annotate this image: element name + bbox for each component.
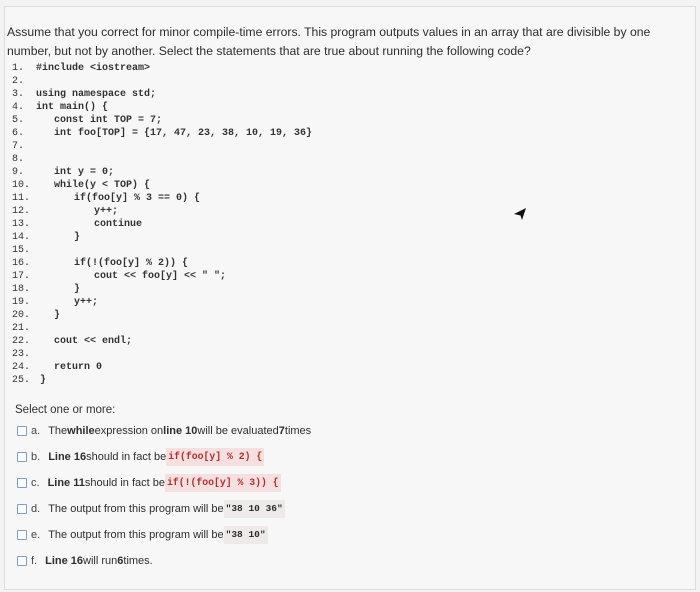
code-line: 20.}: [12, 310, 61, 321]
code-line: 25.}: [12, 375, 47, 386]
code-line: 7.: [12, 141, 25, 152]
question-text: Assume that you correct for minor compil…: [7, 25, 651, 58]
code-line: 3. using namespace std;: [12, 89, 157, 100]
code-line: 12. y++;: [12, 206, 119, 217]
code-line: 11. if(foo[y] % 3 == 0) {: [12, 193, 201, 204]
option-b[interactable]: b. Line 16 should in fact be if(foo[y] %…: [17, 448, 265, 466]
code-line: 6. int foo[TOP] = {17, 47, 23, 38, 10, 19…: [12, 128, 313, 139]
code-line: 1. #include <iostream>: [12, 63, 151, 74]
code-line: 14.}: [12, 232, 81, 243]
code-line: 18.}: [12, 284, 81, 295]
code-line: 2.: [12, 76, 25, 87]
checkbox-f[interactable]: [17, 556, 27, 566]
select-instructions: Select one or more:: [15, 404, 116, 416]
option-f[interactable]: f. Line 16 will run 6 times.: [17, 552, 153, 570]
code-line: 23.: [12, 349, 31, 360]
checkbox-b[interactable]: [17, 452, 27, 462]
option-d[interactable]: d. The output from this program will be …: [17, 500, 285, 518]
code-line: 19. y++;: [12, 297, 99, 308]
mouse-pointer-icon: [514, 208, 526, 220]
code-line: 15.: [12, 245, 31, 256]
code-line: 5. const int TOP = 7;: [12, 115, 163, 126]
checkbox-d[interactable]: [17, 504, 27, 514]
code-line: 17. cout << foo[y] << " ";: [12, 271, 227, 282]
code-line: 21.: [12, 323, 31, 334]
code-line: 22. cout << endl;: [12, 336, 133, 347]
code-line: 4. int main() {: [12, 102, 109, 113]
option-a[interactable]: a. The while expression on line 10 will …: [17, 422, 311, 440]
code-line: 16. if(!(foo[y] % 2)) {: [12, 258, 189, 269]
code-line: 10. while(y < TOP) {: [12, 180, 151, 191]
option-c[interactable]: c. Line 11 should in fact be if(!(foo[y]…: [17, 474, 281, 492]
code-line: 24. return 0: [12, 362, 103, 373]
code-line: 9. int y = 0;: [12, 167, 115, 178]
checkbox-c[interactable]: [17, 478, 27, 488]
option-e[interactable]: e. The output from this program will be …: [17, 526, 268, 544]
checkbox-a[interactable]: [17, 426, 27, 436]
checkbox-e[interactable]: [17, 530, 27, 540]
code-line: 13. continue: [12, 219, 143, 230]
code-line: 8.: [12, 154, 25, 165]
